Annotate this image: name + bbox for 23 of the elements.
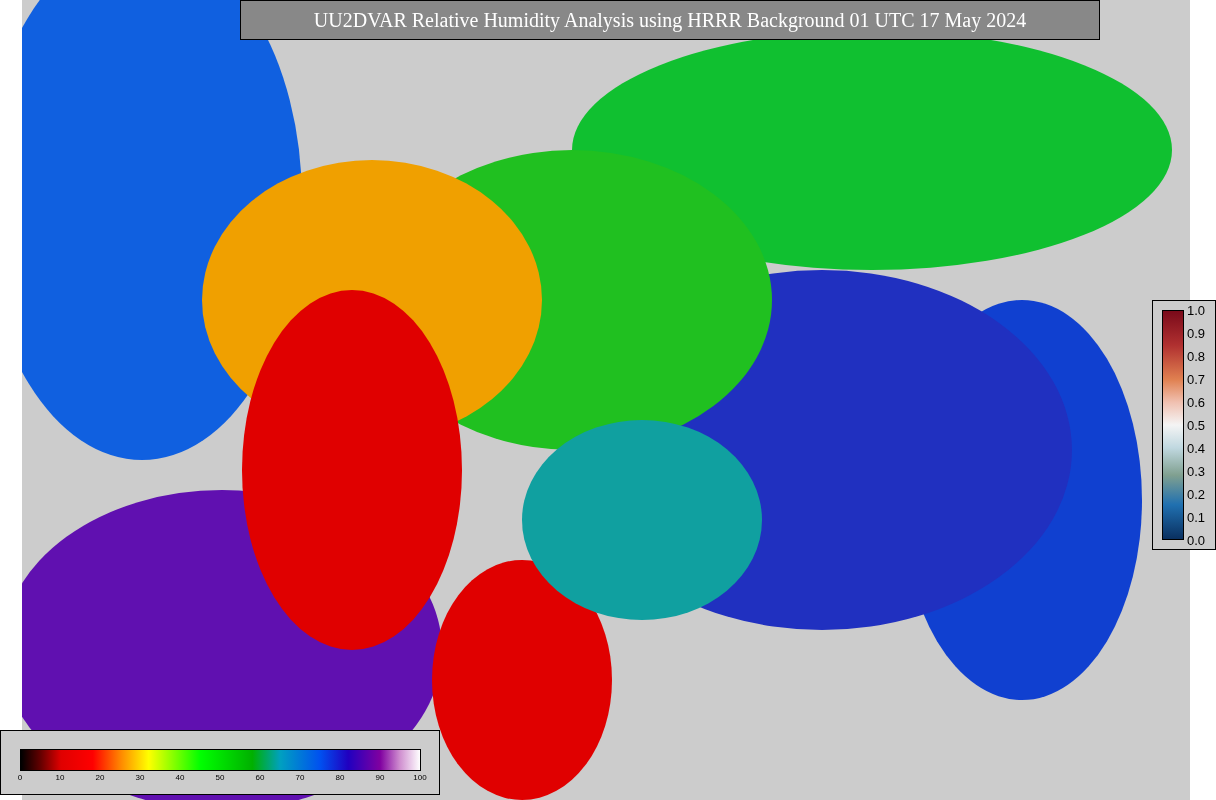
tick-label: 100 (413, 774, 427, 782)
tick-label: 0.0 (1187, 533, 1206, 547)
tick-label: 80 (335, 774, 345, 782)
tick-label: 0.3 (1187, 464, 1206, 478)
map-title: UU2DVAR Relative Humidity Analysis using HRRR Background 01 UTC 17 May 2024 (240, 0, 1100, 40)
tick-label: 40 (175, 774, 185, 782)
tick-label: 0 (17, 774, 23, 782)
tick-label: 30 (135, 774, 145, 782)
tick-label: 0.7 (1187, 372, 1206, 386)
tick-label: 0.1 (1187, 510, 1206, 524)
tick-label: 70 (295, 774, 305, 782)
tick-label: 0.5 (1187, 418, 1206, 432)
tick-label: 20 (95, 774, 105, 782)
tick-label: 50 (215, 774, 225, 782)
tick-label: 60 (255, 774, 265, 782)
tick-label: 0.2 (1187, 487, 1206, 501)
tick-label: 90 (375, 774, 385, 782)
tick-label: 0.9 (1187, 326, 1206, 340)
tick-label: 0.8 (1187, 349, 1206, 363)
tick-label: 0.4 (1187, 441, 1206, 455)
tick-label: 1.0 (1187, 303, 1206, 317)
tick-label: 10 (55, 774, 65, 782)
tick-label: 0.6 (1187, 395, 1206, 409)
